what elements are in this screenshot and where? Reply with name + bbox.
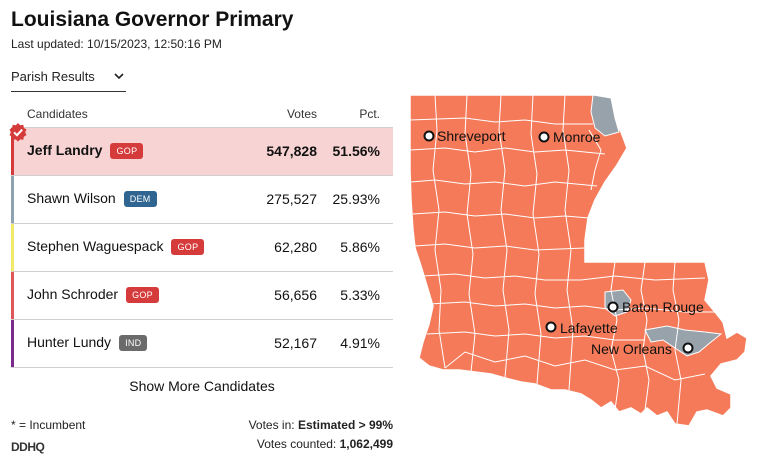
city-dot-icon xyxy=(423,130,435,142)
table-row[interactable]: Shawn Wilson DEM 275,527 25.93% xyxy=(11,176,393,224)
louisiana-parish-map[interactable]: Shreveport Monroe Baton Rouge Lafayette … xyxy=(405,90,765,435)
party-badge: DEM xyxy=(123,191,157,207)
city-marker-shreveport[interactable]: Shreveport xyxy=(423,128,506,144)
page-title: Louisiana Governor Primary xyxy=(11,8,294,31)
city-marker-baton-rouge[interactable]: Baton Rouge xyxy=(607,299,704,315)
results-view-dropdown[interactable]: Parish Results xyxy=(11,67,126,92)
candidate-votes: 547,828 xyxy=(266,143,317,159)
header-votes: Votes xyxy=(286,107,317,121)
winner-check-icon xyxy=(8,122,28,147)
party-color-bar xyxy=(11,224,14,271)
table-header: Candidates Votes Pct. xyxy=(11,100,393,128)
votes-counted-value: 1,062,499 xyxy=(339,437,393,451)
results-table: Candidates Votes Pct. Jeff Landry GOP 547… xyxy=(9,100,393,368)
candidate-pct: 4.91% xyxy=(340,335,380,351)
dropdown-label: Parish Results xyxy=(11,69,95,84)
city-label: Lafayette xyxy=(560,320,618,336)
candidate-name: Jeff Landry xyxy=(27,142,103,158)
candidate-name: John Schroder xyxy=(27,286,119,302)
candidate-name: Stephen Waguespack xyxy=(27,238,164,254)
city-dot-icon xyxy=(607,301,619,313)
candidate-pct: 51.56% xyxy=(332,143,380,159)
city-label: Monroe xyxy=(553,129,601,145)
candidate-name: Shawn Wilson xyxy=(27,190,116,206)
ddhq-logo: DDHQ xyxy=(11,440,45,454)
candidate-pct: 25.93% xyxy=(332,191,380,207)
party-badge: GOP xyxy=(171,239,205,255)
votes-counted-status: Votes counted: 1,062,499 xyxy=(257,437,393,451)
candidate-votes: 52,167 xyxy=(274,335,317,351)
candidate-votes: 62,280 xyxy=(274,239,317,255)
city-label: Shreveport xyxy=(437,128,506,144)
header-candidates: Candidates xyxy=(27,107,88,121)
party-color-bar xyxy=(11,272,14,319)
candidate-votes: 275,527 xyxy=(266,191,317,207)
candidate-pct: 5.86% xyxy=(340,239,380,255)
city-dot-icon xyxy=(538,131,550,143)
incumbent-note: * = Incumbent xyxy=(11,418,86,432)
candidate-name: Hunter Lundy xyxy=(27,334,112,350)
table-row[interactable]: Stephen Waguespack GOP 62,280 5.86% xyxy=(11,224,393,272)
city-label: New Orleans xyxy=(591,341,672,357)
city-dot-icon xyxy=(545,321,557,333)
votes-in-value: Estimated > 99% xyxy=(297,418,393,432)
last-updated-timestamp: Last updated: 10/15/2023, 12:50:16 PM xyxy=(11,37,222,51)
table-row[interactable]: John Schroder GOP 56,656 5.33% xyxy=(11,272,393,320)
party-badge: GOP xyxy=(110,143,144,159)
party-color-bar xyxy=(11,320,14,367)
votes-in-status: Votes in: Estimated > 99% xyxy=(249,418,393,432)
table-row[interactable]: Hunter Lundy IND 52,167 4.91% xyxy=(11,320,393,368)
votes-counted-label: Votes counted: xyxy=(256,437,340,451)
show-more-candidates-button[interactable]: Show More Candidates xyxy=(11,378,393,394)
city-label: Baton Rouge xyxy=(622,299,704,315)
header-pct: Pct. xyxy=(359,107,380,121)
chevron-down-icon xyxy=(113,70,125,85)
party-badge: GOP xyxy=(126,287,159,303)
party-badge: IND xyxy=(119,335,148,351)
table-row[interactable]: Jeff Landry GOP 547,828 51.56% xyxy=(9,123,393,176)
city-dot-icon xyxy=(682,342,694,354)
party-color-bar xyxy=(11,176,14,223)
votes-in-label: Votes in: xyxy=(248,418,298,432)
candidate-votes: 56,656 xyxy=(274,287,317,303)
candidate-pct: 5.33% xyxy=(340,287,380,303)
